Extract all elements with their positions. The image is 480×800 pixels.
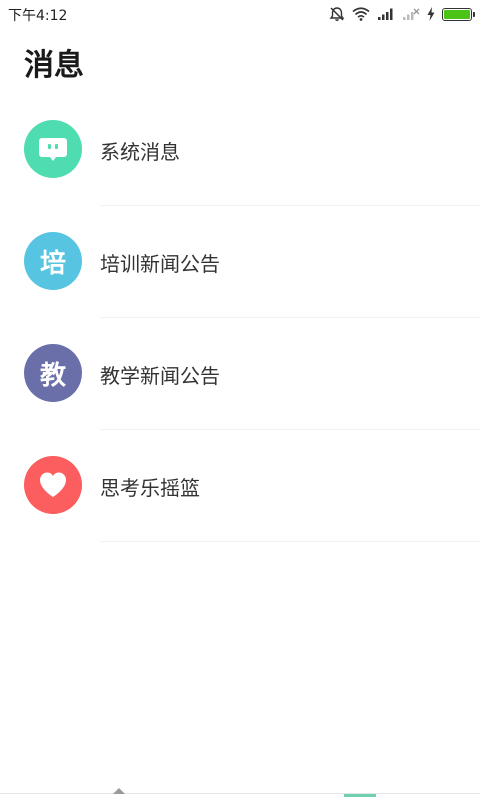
nav-tab-indicator-active[interactable]: [344, 794, 376, 797]
list-item-training-news[interactable]: 培 培训新闻公告: [0, 206, 480, 318]
bottom-navigation: [0, 788, 480, 800]
item-label: 教学新闻公告: [100, 364, 220, 388]
signal-icon: [377, 7, 395, 21]
alarm-off-icon: [329, 6, 345, 22]
list-item-system-messages[interactable]: 系统消息: [0, 94, 480, 206]
list-item-teaching-news[interactable]: 教 教学新闻公告: [0, 318, 480, 430]
item-label: 系统消息: [100, 140, 180, 164]
status-icons: [329, 4, 475, 24]
chat-bubble-icon: [24, 120, 82, 178]
page-title: 消息: [24, 48, 84, 83]
status-time: 下午4:12: [8, 8, 68, 24]
wifi-icon: [352, 7, 370, 21]
battery-icon: [442, 7, 475, 21]
list-item-cradle[interactable]: 思考乐摇篮: [0, 430, 480, 542]
message-category-list: 系统消息 培 培训新闻公告 教 教学新闻公告 思考乐摇篮: [0, 94, 480, 542]
item-label: 培训新闻公告: [100, 252, 220, 276]
icon-text: 教: [39, 360, 66, 391]
battery-fill: [444, 9, 470, 19]
pei-character-icon: 培: [24, 232, 82, 290]
jiao-character-icon: 教: [24, 344, 82, 402]
item-label: 思考乐摇篮: [100, 476, 200, 500]
nav-tab-indicator[interactable]: [113, 788, 125, 794]
icon-text: 培: [39, 248, 66, 279]
status-bar: 下午4:12: [0, 0, 480, 28]
signal-no-service-icon: [402, 7, 420, 21]
heart-icon: [24, 456, 82, 514]
charging-icon: [427, 7, 435, 21]
divider: [100, 541, 480, 542]
